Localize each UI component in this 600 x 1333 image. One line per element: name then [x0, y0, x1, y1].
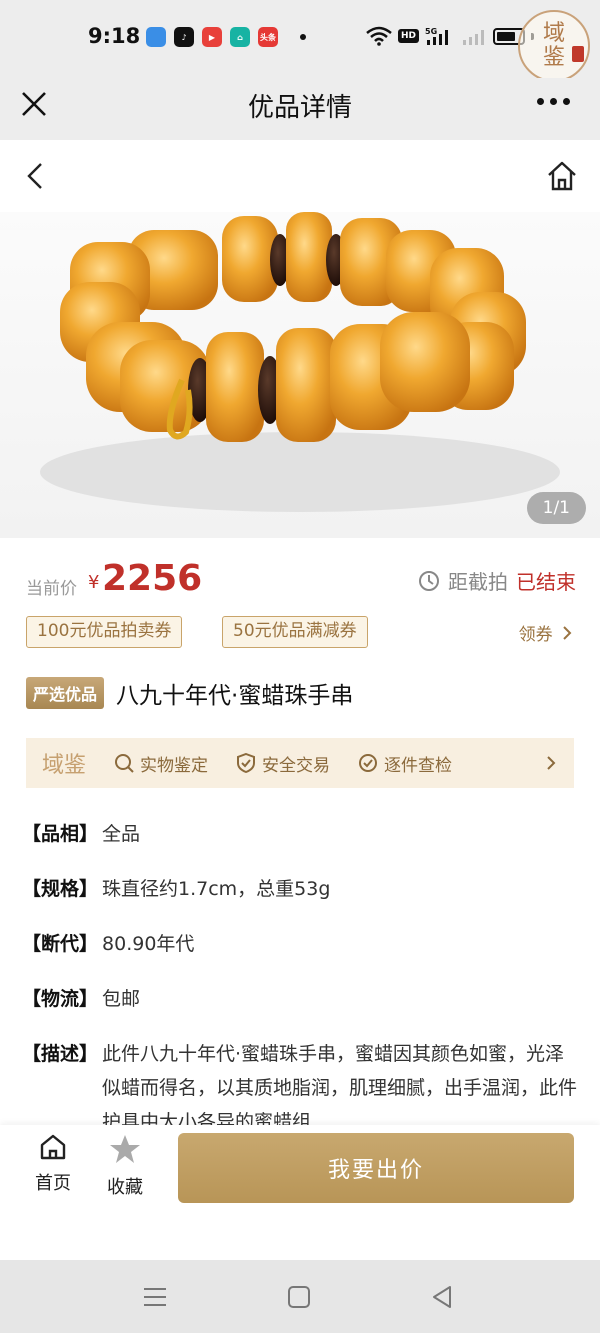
system-nav-bar — [0, 1260, 600, 1333]
spec-description: 此件八九十年代·蜜蜡珠手串，蜜蜡因其颜色如蜜，光泽似蜡而得名，以其质地脂润，肌理… — [102, 1043, 578, 1133]
spec-key: 【物流】 — [22, 988, 99, 1010]
hd-badge: HD — [398, 29, 420, 43]
favorite-label: 收藏 — [107, 1177, 143, 1198]
spec-value: 全品 — [102, 823, 141, 845]
star-icon — [110, 1135, 140, 1163]
spec-key: 【规格】 — [22, 878, 99, 900]
service-brand: 域鉴 — [42, 753, 87, 778]
product-detail: 当前价 ¥ 2256 距截拍 已结束 100元优品拍卖券 50元优品满减券 领券… — [0, 538, 600, 1133]
spec-key: 【断代】 — [22, 933, 99, 955]
product-image[interactable]: 1/1 — [0, 212, 600, 538]
home-icon — [40, 1134, 66, 1160]
spec-row: 【物流】 包邮 — [22, 985, 578, 1013]
home-icon[interactable] — [546, 160, 578, 192]
menu-icon[interactable] — [140, 1282, 170, 1312]
back-button-icon[interactable] — [428, 1282, 458, 1312]
notification-icons: ♪ ▶ ⌂ 头条 — [146, 27, 306, 47]
search-icon — [115, 754, 134, 773]
signal-weak-icon — [463, 30, 485, 45]
spec-value: 珠直径约1.7cm，总重53g — [102, 878, 331, 900]
service-strip[interactable]: 域鉴 实物鉴定 安全交易 逐件查检 — [26, 738, 574, 788]
home-tab[interactable]: 首页 — [32, 1133, 74, 1195]
spec-value: 80.90年代 — [102, 933, 195, 955]
home-label: 首页 — [35, 1173, 71, 1194]
seal-stamp — [572, 46, 584, 62]
status-bar: 9:18 ♪ ▶ ⌂ 头条 HD 5G 域 鉴 — [0, 0, 600, 82]
chevron-right-icon — [547, 756, 556, 770]
coupon-row: 100元优品拍卖券 50元优品满减券 领券 — [26, 616, 576, 648]
shield-check-icon — [237, 753, 256, 773]
clock-icon — [419, 570, 439, 591]
spec-row: 【规格】 珠直径约1.7cm，总重53g — [22, 875, 578, 903]
home-button-icon[interactable] — [284, 1282, 314, 1312]
toutiao-app-icon: 头条 — [258, 27, 278, 47]
service-inspection: 实物鉴定 — [114, 751, 208, 776]
amber-bracelet-image — [40, 212, 560, 512]
price-value: 2256 — [102, 558, 203, 599]
back-icon[interactable] — [22, 162, 50, 190]
signal-5g-icon: 5G — [425, 27, 449, 45]
cloud-app-icon — [146, 27, 166, 47]
coupon-discount[interactable]: 50元优品满减券 — [222, 616, 368, 648]
video-app-icon: ▶ — [202, 27, 222, 47]
favorite-tab[interactable]: 收藏 — [104, 1133, 146, 1199]
chevron-right-icon — [563, 626, 572, 640]
price-currency: ¥ — [88, 572, 100, 593]
nav-bar — [0, 140, 600, 212]
system-icons: HD 5G — [366, 26, 535, 46]
selected-badge: 严选优品 — [26, 677, 105, 709]
price-row: 当前价 ¥ 2256 距截拍 已结束 — [26, 558, 576, 602]
action-bar: 首页 收藏 我要出价 — [0, 1125, 600, 1260]
deadline-status: 已结束 — [516, 570, 576, 594]
price-label: 当前价 — [26, 579, 77, 599]
spec-row: 【断代】 80.90年代 — [22, 930, 578, 958]
spec-value: 包邮 — [102, 988, 141, 1010]
service-safe-trade: 安全交易 — [236, 751, 330, 776]
get-coupon-link[interactable]: 领券 — [519, 620, 572, 645]
tiktok-app-icon: ♪ — [174, 27, 194, 47]
service-check: 逐件查检 — [358, 751, 452, 776]
svg-text:5G: 5G — [425, 27, 437, 36]
page-title: 优品详情 — [247, 93, 352, 123]
more-menu-icon[interactable] — [537, 98, 570, 105]
spec-row: 【品相】 全品 — [22, 820, 578, 848]
title-bar: 优品详情 — [0, 78, 600, 140]
coupon-auction[interactable]: 100元优品拍卖券 — [26, 616, 183, 648]
product-title: 八九十年代·蜜蜡珠手串 — [116, 683, 354, 709]
watermark-seal: 域 鉴 — [518, 10, 590, 82]
deadline-label: 距截拍 — [448, 570, 508, 594]
status-time: 9:18 — [88, 24, 141, 48]
image-counter: 1/1 — [526, 492, 586, 524]
deadline: 距截拍 已结束 — [418, 566, 576, 595]
spec-key: 【品相】 — [22, 823, 99, 845]
more-notifications-dot — [300, 34, 306, 40]
product-title-row: 严选优品 八九十年代·蜜蜡珠手串 — [26, 676, 576, 710]
check-circle-icon — [359, 754, 378, 772]
bid-button[interactable]: 我要出价 — [178, 1133, 574, 1203]
home-app-icon: ⌂ — [230, 27, 250, 47]
wifi-icon — [366, 26, 392, 46]
spec-list: 【品相】 全品 【规格】 珠直径约1.7cm，总重53g 【断代】 80.90年… — [22, 820, 578, 1166]
